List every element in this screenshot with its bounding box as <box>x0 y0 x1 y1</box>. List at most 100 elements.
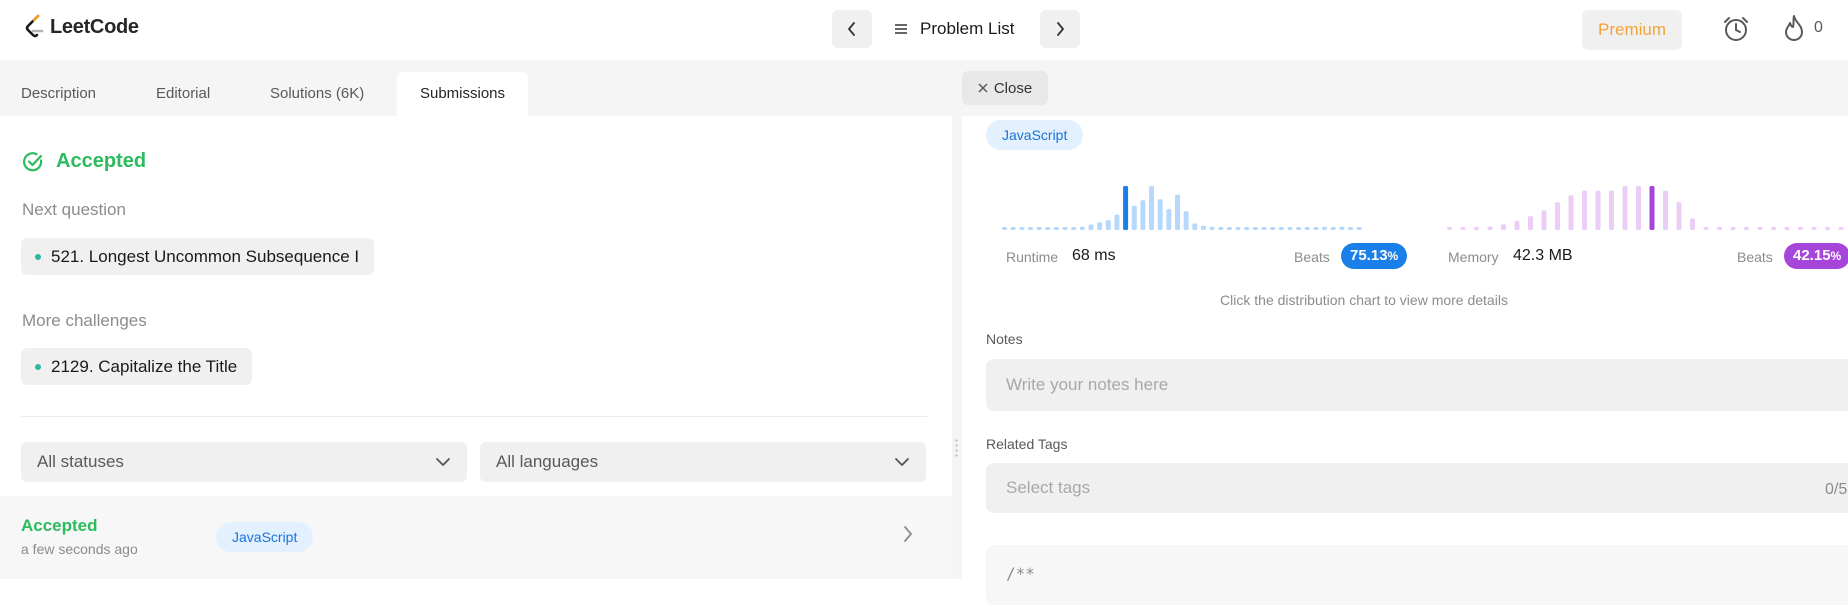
distribution-bar[interactable] <box>1514 220 1520 230</box>
status-filter-select[interactable]: All statuses <box>21 442 467 482</box>
distribution-bar[interactable] <box>1244 227 1250 230</box>
problem-list-button[interactable]: Problem List <box>894 14 1014 44</box>
submission-row[interactable]: Accepted a few seconds ago JavaScript <box>0 496 952 579</box>
panel-splitter[interactable] <box>952 116 962 579</box>
distribution-bar[interactable] <box>1313 227 1319 230</box>
language-filter-select[interactable]: All languages <box>480 442 926 482</box>
distribution-bar[interactable] <box>1261 227 1267 230</box>
distribution-bar[interactable] <box>1287 227 1293 230</box>
tab-submissions[interactable]: Submissions <box>397 72 528 116</box>
premium-button[interactable]: Premium <box>1582 10 1682 50</box>
code-viewer[interactable] <box>986 545 1848 605</box>
tab-description[interactable]: Description <box>21 72 96 116</box>
distribution-bar[interactable] <box>1235 227 1241 230</box>
distribution-bar[interactable] <box>1192 223 1198 230</box>
distribution-bar[interactable] <box>1053 227 1059 230</box>
distribution-bar[interactable] <box>1140 200 1146 230</box>
notes-input[interactable]: Write your notes here <box>986 359 1848 411</box>
distribution-bar[interactable] <box>1636 186 1641 230</box>
distribution-bar[interactable] <box>1339 226 1345 230</box>
distribution-bar[interactable] <box>1149 186 1155 230</box>
tags-select[interactable]: Select tags <box>986 463 1848 513</box>
distribution-bar[interactable] <box>1757 227 1763 230</box>
distribution-bar[interactable] <box>1447 227 1452 230</box>
distribution-bar[interactable] <box>1771 227 1776 230</box>
distribution-bar[interactable] <box>1270 227 1276 230</box>
distribution-bar[interactable] <box>1622 186 1628 230</box>
distribution-bar[interactable] <box>1088 224 1094 231</box>
result-status-text: Accepted <box>56 150 147 172</box>
distribution-bar[interactable] <box>1474 227 1479 230</box>
distribution-bar[interactable] <box>1322 226 1328 230</box>
distribution-bar[interactable] <box>1798 227 1803 230</box>
distribution-bar[interactable] <box>1278 227 1284 230</box>
tab-editorial[interactable]: Editorial <box>156 72 210 116</box>
distribution-bar[interactable] <box>1663 190 1668 230</box>
distribution-bar[interactable] <box>1304 227 1310 230</box>
distribution-bar[interactable] <box>1356 227 1362 230</box>
logo-text: LeetCode <box>50 15 139 38</box>
distribution-bar[interactable] <box>1123 186 1129 230</box>
distribution-bar[interactable] <box>1036 227 1042 230</box>
next-question-chip[interactable]: 521. Longest Uncommon Subsequence I <box>21 238 375 275</box>
distribution-bar[interactable] <box>1784 227 1790 230</box>
distribution-bar[interactable] <box>1010 227 1016 230</box>
distribution-bar[interactable] <box>1218 227 1224 230</box>
distribution-bar[interactable] <box>1541 210 1547 230</box>
logo[interactable]: LeetCode <box>24 14 139 40</box>
distribution-bar[interactable] <box>1825 227 1830 230</box>
timer-button[interactable] <box>1722 15 1750 43</box>
distribution-bar[interactable] <box>1296 227 1302 230</box>
distribution-bar[interactable] <box>1157 199 1163 230</box>
distribution-bar[interactable] <box>1568 195 1574 230</box>
distribution-bar[interactable] <box>1487 226 1493 230</box>
distribution-bar[interactable] <box>1209 226 1215 230</box>
distribution-bar[interactable] <box>1703 227 1709 230</box>
distribution-bar[interactable] <box>1649 186 1655 230</box>
close-button[interactable]: Close <box>962 71 1048 105</box>
distribution-bar[interactable] <box>1097 222 1103 230</box>
distribution-bar[interactable] <box>1676 202 1682 230</box>
distribution-bar[interactable] <box>1105 220 1111 230</box>
distribution-bar[interactable] <box>1717 227 1722 230</box>
distribution-bar[interactable] <box>1252 227 1258 230</box>
distribution-bar[interactable] <box>1528 216 1533 230</box>
distribution-bar[interactable] <box>1027 227 1033 230</box>
distribution-bar[interactable] <box>1501 224 1506 230</box>
distribution-bar[interactable] <box>1175 194 1180 230</box>
distribution-bar[interactable] <box>1690 218 1695 230</box>
submissions-panel: Accepted Next question 521. Longest Unco… <box>0 116 952 579</box>
distribution-bar[interactable] <box>1045 227 1051 230</box>
distribution-bar[interactable] <box>1019 227 1025 230</box>
distribution-bar[interactable] <box>1555 202 1560 230</box>
distribution-bar[interactable] <box>1595 190 1601 230</box>
distribution-bar[interactable] <box>1062 227 1068 230</box>
distribution-bar[interactable] <box>1582 190 1587 230</box>
distribution-bar[interactable] <box>1744 227 1749 230</box>
distribution-bar[interactable] <box>1330 227 1336 230</box>
distribution-hint: Click the distribution chart to view mor… <box>1220 292 1508 308</box>
distribution-bar[interactable] <box>1071 227 1077 230</box>
distribution-bar[interactable] <box>1609 190 1614 230</box>
tab-solutions[interactable]: Solutions (6K) <box>270 72 364 116</box>
distribution-bar[interactable] <box>1183 211 1189 230</box>
distribution-bar[interactable] <box>1838 227 1844 230</box>
prev-problem-button[interactable] <box>832 10 872 48</box>
distribution-bar[interactable] <box>1348 227 1353 230</box>
distribution-bar[interactable] <box>1079 226 1085 230</box>
more-challenge-chip[interactable]: 2129. Capitalize the Title <box>21 348 253 385</box>
distribution-bar[interactable] <box>1114 214 1120 230</box>
distribution-bar[interactable] <box>1166 209 1172 230</box>
distribution-bar[interactable] <box>1131 205 1137 230</box>
distribution-bar[interactable] <box>1002 227 1007 230</box>
next-problem-button[interactable] <box>1040 10 1080 48</box>
distribution-bar[interactable] <box>1730 227 1736 230</box>
runtime-distribution-chart[interactable] <box>1002 176 1362 232</box>
distribution-bar[interactable] <box>1460 227 1466 230</box>
distribution-bar[interactable] <box>1226 227 1232 230</box>
distribution-bar[interactable] <box>1200 225 1206 230</box>
streak-counter[interactable]: 0 <box>1782 14 1823 42</box>
splitter-grip[interactable] <box>955 438 958 458</box>
distribution-bar[interactable] <box>1811 227 1817 230</box>
memory-distribution-chart[interactable] <box>1447 176 1848 232</box>
